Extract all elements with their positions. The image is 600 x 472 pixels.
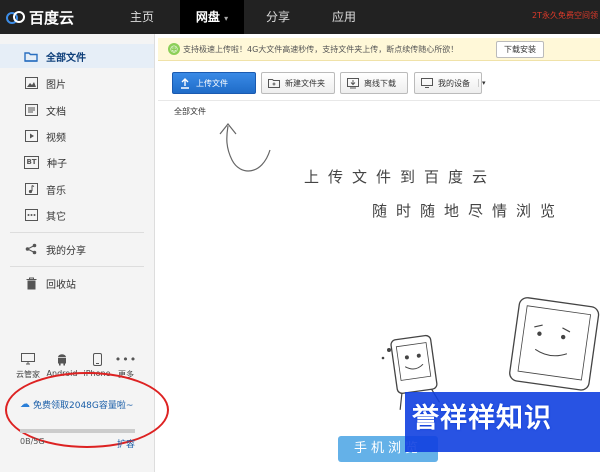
ellipsis-icon: •••	[114, 352, 138, 366]
sidebar-item-label: 视频	[46, 132, 66, 144]
nav-home[interactable]: 主页	[114, 0, 170, 34]
music-icon	[24, 182, 38, 196]
folder-icon	[24, 49, 38, 63]
sidebar-item-videos[interactable]: 视频	[0, 124, 154, 148]
sidebar-item-label: 音乐	[46, 185, 66, 197]
offline-download-label: 离线下载	[364, 78, 396, 88]
sidebar-item-all-files[interactable]: 全部文件	[0, 44, 154, 68]
sidebar-item-music[interactable]: 音乐	[0, 177, 154, 201]
sidebar-item-recycle-bin[interactable]: 回收站	[0, 271, 154, 295]
sidebar-item-torrents[interactable]: BT 种子	[0, 150, 154, 174]
notice-text: 支持极速上传啦！4G大文件高速秒传，支持文件夹上传，断点续传随心所欲！	[183, 44, 459, 54]
sidebar-item-label: 其它	[46, 211, 66, 223]
empty-state-line-1: 上传文件到百度云	[304, 168, 497, 186]
bt-icon: BT	[24, 155, 39, 169]
sidebar-item-label: 回收站	[46, 279, 76, 291]
sidebar-item-label: 文档	[46, 106, 66, 118]
promo-link[interactable]: 2T永久免费空间领	[532, 10, 598, 21]
quota-usage-text: 0B/5G	[20, 437, 45, 446]
sidebar-item-my-shares[interactable]: 我的分享	[0, 237, 154, 261]
sidebar-item-other[interactable]: 其它	[0, 203, 154, 227]
sidebar-divider	[10, 266, 144, 267]
notice-bar: ☺ 支持极速上传啦！4G大文件高速秒传，支持文件夹上传，断点续传随心所欲！ 下载…	[158, 38, 600, 61]
offline-download-icon	[347, 77, 359, 89]
cloud-logo-icon	[6, 11, 25, 24]
more-icon	[24, 208, 38, 222]
monitor-icon	[10, 352, 46, 366]
image-icon	[24, 76, 38, 90]
sidebar-divider	[10, 232, 144, 233]
video-icon	[24, 129, 38, 143]
new-folder-label: 新建文件夹	[285, 78, 325, 88]
document-icon	[24, 103, 38, 117]
new-folder-icon	[268, 77, 280, 89]
sidebar-item-label: 图片	[46, 79, 66, 91]
chevron-down-icon: ▾	[478, 79, 489, 87]
upload-button[interactable]: 上传文件	[172, 72, 256, 94]
sidebar-item-label: 全部文件	[46, 52, 86, 64]
sidebar-item-label: 种子	[47, 158, 67, 170]
my-devices-label: 我的设备	[438, 78, 470, 88]
sidebar-item-label: 我的分享	[46, 245, 86, 257]
sidebar-item-images[interactable]: 图片	[0, 71, 154, 95]
trash-icon	[24, 276, 38, 290]
share-icon	[24, 242, 38, 256]
nav-netdisk[interactable]: 网盘 ▾	[180, 0, 244, 34]
device-label: 云管家	[16, 370, 40, 379]
device-cloud-manager[interactable]: 云管家	[10, 352, 46, 380]
baidu-cloud-logo[interactable]: 百度云	[6, 5, 74, 29]
devices-icon	[421, 77, 433, 89]
new-folder-button[interactable]: 新建文件夹	[261, 72, 335, 94]
chevron-down-icon: ▾	[224, 14, 229, 23]
quota-progress-bar	[20, 429, 135, 433]
nav-share[interactable]: 分享	[250, 0, 306, 34]
watermark-logo: 誉祥祥知识	[412, 403, 552, 434]
logo-text: 百度云	[29, 8, 75, 27]
upload-icon	[179, 77, 191, 89]
my-devices-button[interactable]: 我的设备 ▾	[414, 72, 486, 94]
smile-icon: ☺	[168, 43, 180, 55]
top-nav-bar: 百度云 主页 网盘 ▾ 分享 应用 2T永久免费空间领	[0, 0, 600, 34]
toolbar: 上传文件 新建文件夹 离线下载 我的设备 ▾	[158, 62, 600, 101]
expand-capacity-link[interactable]: 扩容	[117, 437, 135, 450]
empty-state-line-2: 随时随地尽情浏览	[372, 202, 565, 220]
download-install-button[interactable]: 下载安装	[496, 41, 544, 58]
sidebar-item-documents[interactable]: 文档	[0, 98, 154, 122]
breadcrumb[interactable]: 全部文件	[174, 106, 206, 117]
nav-netdisk-label: 网盘	[195, 10, 220, 24]
offline-download-button[interactable]: 离线下载	[340, 72, 408, 94]
android-icon	[44, 352, 80, 366]
nav-apps[interactable]: 应用	[316, 0, 372, 34]
upload-label: 上传文件	[196, 78, 228, 88]
